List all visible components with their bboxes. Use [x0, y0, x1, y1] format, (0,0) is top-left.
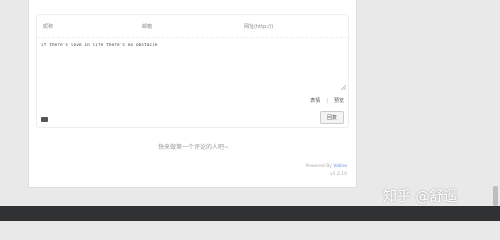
valine-link[interactable]: Valine	[333, 164, 347, 169]
comment-textarea[interactable]: if there's love in life there's no obsta…	[41, 43, 344, 87]
tools-divider: |	[326, 98, 328, 104]
resize-handle-icon[interactable]	[341, 85, 346, 90]
preview-button[interactable]: 预览	[334, 98, 344, 104]
link-input[interactable]: 网址(http://)	[244, 23, 273, 30]
powered-by: Powered By Valine	[306, 164, 347, 169]
version-label: v1.2.10	[330, 172, 347, 177]
comment-form: 昵称 邮箱 网址(http://) if there's love in lif…	[36, 14, 349, 128]
comment-card: 昵称 邮箱 网址(http://) if there's love in lif…	[28, 0, 357, 188]
comment-fields-row: 昵称 邮箱 网址(http://)	[37, 15, 348, 38]
markdown-icon[interactable]	[41, 117, 48, 122]
comment-tools: 表情 | 预览	[310, 97, 344, 104]
submit-button[interactable]: 回复	[320, 111, 344, 124]
scrollbar-thumb[interactable]	[493, 186, 498, 206]
page-footer-bar	[0, 206, 500, 221]
watermark: 知乎 @舒遥	[383, 189, 458, 205]
empty-comments-message: 快来做第一个评论的人吧~	[157, 144, 230, 151]
powered-by-prefix: Powered By	[305, 164, 334, 169]
mail-input[interactable]: 邮箱	[142, 23, 152, 30]
nick-input[interactable]: 昵称	[43, 23, 53, 30]
expression-button[interactable]: 表情	[310, 98, 320, 104]
